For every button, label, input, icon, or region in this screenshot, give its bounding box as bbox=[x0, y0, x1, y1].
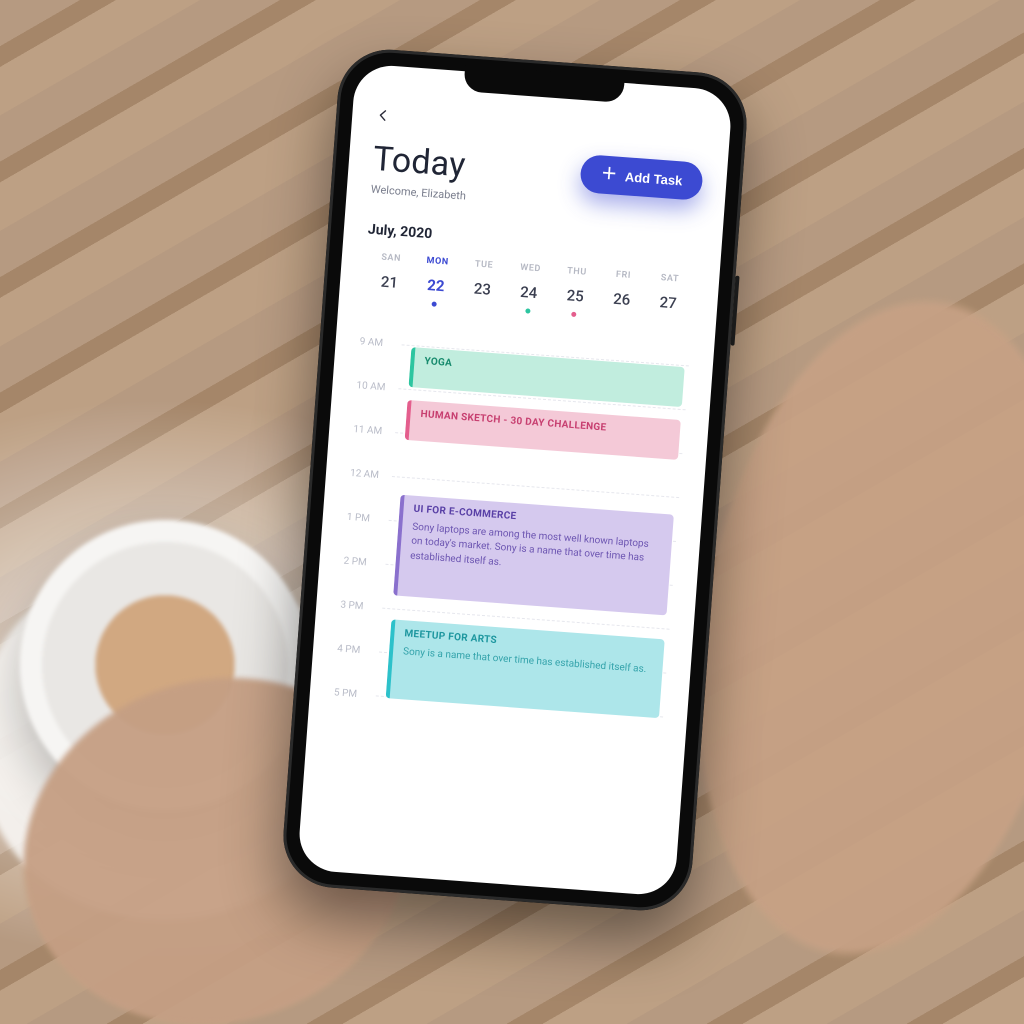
header-text-block: Today Welcome, Elizabeth bbox=[370, 139, 469, 203]
events-layer: YOGA HUMAN SKETCH - 30 DAY CHALLENGE UI FO… bbox=[384, 323, 690, 738]
back-button[interactable] bbox=[375, 105, 395, 138]
day-of-week-label: THU bbox=[553, 265, 600, 278]
event-card[interactable]: YOGA bbox=[409, 347, 685, 407]
hour-label: 5 PM bbox=[334, 687, 377, 701]
event-card[interactable]: HUMAN SKETCH - 30 DAY CHALLENGE bbox=[405, 400, 681, 460]
phone-frame: Today Welcome, Elizabeth ＋ Add Task July… bbox=[280, 46, 750, 914]
day-event-dot bbox=[525, 308, 530, 313]
day-event-dot bbox=[571, 312, 576, 317]
add-task-label: Add Task bbox=[624, 169, 683, 188]
day-event-dot bbox=[478, 305, 483, 310]
hour-label: 2 PM bbox=[343, 555, 386, 569]
timeline[interactable]: 9 AM 10 AM 11 AM 12 AM 1 PM 2 PM 3 PM 4 PM 5 PM Y… bbox=[332, 319, 690, 738]
day-event-dot bbox=[618, 315, 623, 320]
day-number: 25 bbox=[551, 285, 599, 306]
hour-label: 11 AM bbox=[353, 424, 396, 438]
app-screen: Today Welcome, Elizabeth ＋ Add Task July… bbox=[297, 63, 733, 897]
day-of-week-label: MON bbox=[414, 255, 461, 268]
page-title: Today bbox=[372, 139, 470, 186]
coffee-cup bbox=[20, 520, 310, 810]
day-number: 27 bbox=[644, 292, 692, 313]
day-of-week-label: WED bbox=[507, 262, 554, 275]
event-title: YOGA bbox=[424, 356, 672, 385]
event-card[interactable]: UI FOR E-COMMERCESony laptops are among … bbox=[393, 494, 674, 615]
day-of-week-label: SAN bbox=[368, 252, 415, 265]
day-number: 22 bbox=[412, 275, 460, 296]
day-cell[interactable]: SAN 21 bbox=[365, 252, 415, 305]
day-cell[interactable]: SAT 27 bbox=[643, 272, 693, 325]
day-event-dot bbox=[385, 298, 390, 303]
day-cell[interactable]: MON 22 bbox=[411, 255, 461, 308]
welcome-text: Welcome, Elizabeth bbox=[370, 183, 466, 203]
header-row: Today Welcome, Elizabeth ＋ Add Task bbox=[370, 139, 703, 220]
hour-label: 1 PM bbox=[346, 511, 389, 525]
event-card[interactable]: MEETUP FOR ARTSSony is a name that over … bbox=[386, 619, 665, 718]
day-cell[interactable]: TUE 23 bbox=[458, 258, 508, 311]
hour-label: 3 PM bbox=[340, 599, 383, 613]
plus-icon: ＋ bbox=[600, 167, 617, 184]
day-number: 26 bbox=[598, 289, 646, 310]
day-event-dot bbox=[432, 301, 437, 306]
day-cell[interactable]: FRI 26 bbox=[597, 269, 647, 322]
hour-label: 10 AM bbox=[356, 380, 399, 394]
add-task-button[interactable]: ＋ Add Task bbox=[580, 154, 704, 201]
day-number: 21 bbox=[366, 272, 414, 293]
event-title: HUMAN SKETCH - 30 DAY CHALLENGE bbox=[420, 409, 668, 438]
chevron-left-icon bbox=[376, 108, 391, 123]
week-strip: SAN 21MON 22TUE 23WED 24THU 25FRI 26SAT 27 bbox=[363, 251, 696, 325]
scene-background: Today Welcome, Elizabeth ＋ Add Task July… bbox=[0, 0, 1024, 1024]
day-cell[interactable]: THU 25 bbox=[550, 265, 600, 318]
day-of-week-label: FRI bbox=[600, 269, 647, 282]
hour-label: 9 AM bbox=[359, 336, 402, 350]
day-number: 23 bbox=[458, 278, 506, 299]
day-cell[interactable]: WED 24 bbox=[504, 262, 554, 315]
hour-label: 4 PM bbox=[337, 643, 380, 657]
day-number: 24 bbox=[505, 282, 553, 303]
day-of-week-label: SAT bbox=[646, 272, 693, 285]
day-event-dot bbox=[664, 319, 669, 324]
day-of-week-label: TUE bbox=[461, 258, 508, 271]
hour-label: 12 AM bbox=[350, 467, 393, 481]
